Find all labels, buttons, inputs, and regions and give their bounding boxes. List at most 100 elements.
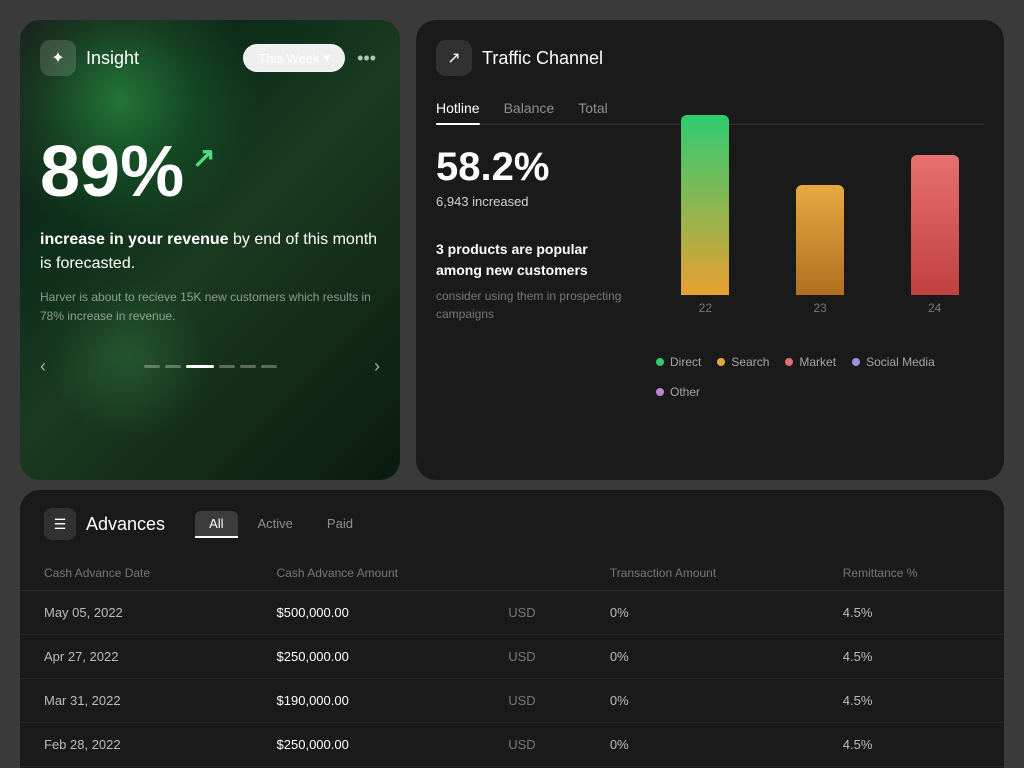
cell-remittance: 4.5% <box>819 591 1004 635</box>
bar-group-22: 22 <box>656 115 755 315</box>
col-amount: Cash Advance Amount <box>253 556 509 591</box>
table-row: Feb 28, 2022 $250,000.00 USD 0% 4.5% <box>20 723 1004 767</box>
traffic-card: ↗ Traffic Channel Hotline Balance Total … <box>416 20 1004 480</box>
traffic-description-sub: consider using them in prospecting campa… <box>436 287 636 323</box>
insight-card-header: ✦ Insight This Week ▾ ••• <box>40 40 380 76</box>
traffic-increased-value: 6,943 <box>436 194 469 209</box>
col-currency <box>508 556 586 591</box>
legend-dot-other <box>656 388 664 396</box>
insight-sub-text: Harver is about to recieve 15K new custo… <box>40 288 380 326</box>
bars-container: 22 23 24 <box>656 145 984 345</box>
dot-5 <box>240 365 256 368</box>
traffic-title: Traffic Channel <box>482 48 603 69</box>
bar-23 <box>796 185 844 295</box>
bar-label-23: 23 <box>813 301 826 315</box>
legend-direct: Direct <box>656 355 701 369</box>
table-header-row: Cash Advance Date Cash Advance Amount Tr… <box>20 556 1004 591</box>
cell-amount: $500,000.00 <box>253 591 509 635</box>
cell-remittance: 4.5% <box>819 635 1004 679</box>
tab-total[interactable]: Total <box>578 92 608 124</box>
insight-title: Insight <box>86 48 139 69</box>
table-row: Apr 27, 2022 $250,000.00 USD 0% 4.5% <box>20 635 1004 679</box>
legend-other: Other <box>656 385 700 399</box>
carousel-dots <box>144 365 277 368</box>
insight-header-left: ✦ Insight <box>40 40 139 76</box>
insight-main-text: increase in your revenue by end of this … <box>40 228 380 276</box>
cell-date: Feb 28, 2022 <box>20 723 253 767</box>
dot-4 <box>219 365 235 368</box>
dot-6 <box>261 365 277 368</box>
advances-tabs: All Active Paid <box>195 511 367 538</box>
legend-dot-market <box>785 358 793 366</box>
traffic-header: ↗ Traffic Channel <box>436 40 984 76</box>
insight-icon: ✦ <box>40 40 76 76</box>
carousel-prev-button[interactable]: ‹ <box>40 356 46 377</box>
advances-title-group: ☰ Advances All Active Paid <box>44 508 367 540</box>
bar-group-24: 24 <box>885 155 984 315</box>
advances-header: ☰ Advances All Active Paid <box>20 490 1004 540</box>
tab-hotline[interactable]: Hotline <box>436 92 480 124</box>
col-date: Cash Advance Date <box>20 556 253 591</box>
traffic-icon: ↗ <box>436 40 472 76</box>
cell-currency: USD <box>508 591 586 635</box>
bar-group-23: 23 <box>771 185 870 315</box>
legend-dot-search <box>717 358 725 366</box>
insight-card: ✦ Insight This Week ▾ ••• 89% ↗ increase… <box>20 20 400 480</box>
traffic-increased-label: increased <box>472 194 528 209</box>
legend-dot-direct <box>656 358 664 366</box>
traffic-stat-sub: 6,943 increased <box>436 194 636 209</box>
insight-description: increase in your revenue by end of this … <box>40 228 380 326</box>
advances-title: Advances <box>86 514 165 535</box>
cell-amount: $190,000.00 <box>253 679 509 723</box>
cell-currency: USD <box>508 723 586 767</box>
cell-transaction: 0% <box>586 591 819 635</box>
bar-22 <box>681 115 729 295</box>
insight-header-right: This Week ▾ ••• <box>243 44 380 73</box>
legend-market: Market <box>785 355 836 369</box>
dot-1 <box>144 365 160 368</box>
cell-remittance: 4.5% <box>819 679 1004 723</box>
traffic-chart: 22 23 24 Direct <box>656 145 984 399</box>
cell-date: May 05, 2022 <box>20 591 253 635</box>
cell-transaction: 0% <box>586 635 819 679</box>
legend-social: Social Media <box>852 355 935 369</box>
bar-label-24: 24 <box>928 301 941 315</box>
insight-percent: 89% ↗ <box>40 136 380 208</box>
traffic-stats: 58.2% 6,943 increased 3 products are pop… <box>436 145 636 399</box>
traffic-description: 3 products are popular among new custome… <box>436 239 636 281</box>
advances-section: ☰ Advances All Active Paid Cash Advance … <box>20 490 1004 768</box>
cell-transaction: 0% <box>586 679 819 723</box>
col-remittance: Remittance % <box>819 556 1004 591</box>
cell-date: Apr 27, 2022 <box>20 635 253 679</box>
legend-label-search: Search <box>731 355 769 369</box>
week-selector[interactable]: This Week ▾ <box>243 44 345 72</box>
dot-3 <box>186 365 214 368</box>
advances-tab-paid[interactable]: Paid <box>313 511 367 538</box>
bar-24 <box>911 155 959 295</box>
advances-tab-active[interactable]: Active <box>244 511 307 538</box>
table-row: May 05, 2022 $500,000.00 USD 0% 4.5% <box>20 591 1004 635</box>
advances-table: Cash Advance Date Cash Advance Amount Tr… <box>20 556 1004 767</box>
more-options-button[interactable]: ••• <box>353 44 380 73</box>
cell-remittance: 4.5% <box>819 723 1004 767</box>
cell-transaction: 0% <box>586 723 819 767</box>
advances-tab-all[interactable]: All <box>195 511 237 538</box>
carousel-next-button[interactable]: › <box>374 356 380 377</box>
legend-search: Search <box>717 355 769 369</box>
legend-label-direct: Direct <box>670 355 701 369</box>
dot-2 <box>165 365 181 368</box>
traffic-content: 58.2% 6,943 increased 3 products are pop… <box>436 145 984 399</box>
cell-amount: $250,000.00 <box>253 635 509 679</box>
trend-up-icon: ↗ <box>192 144 215 172</box>
advances-icon: ☰ <box>44 508 76 540</box>
chart-legend: Direct Search Market Social Media <box>656 355 984 399</box>
insight-bold-text: increase in your revenue <box>40 231 229 248</box>
tab-balance[interactable]: Balance <box>504 92 555 124</box>
traffic-big-stat: 58.2% <box>436 145 636 190</box>
legend-label-social: Social Media <box>866 355 935 369</box>
legend-dot-social <box>852 358 860 366</box>
legend-label-market: Market <box>799 355 836 369</box>
cell-currency: USD <box>508 679 586 723</box>
cell-date: Mar 31, 2022 <box>20 679 253 723</box>
cell-currency: USD <box>508 635 586 679</box>
